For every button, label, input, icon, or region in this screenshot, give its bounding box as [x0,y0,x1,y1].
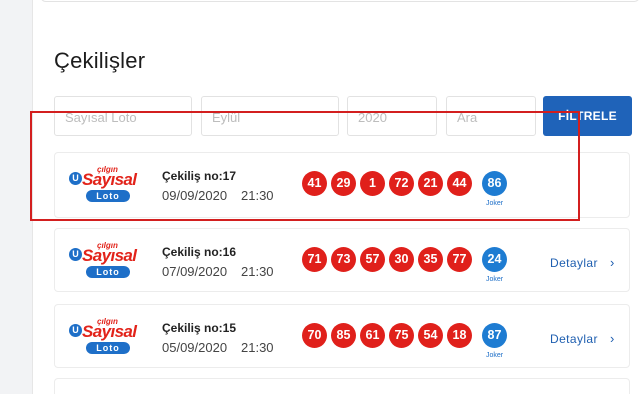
logo-mark: U [69,248,82,261]
logo-mark: U [69,324,82,337]
chevron-right-icon[interactable]: › [610,255,614,270]
joker-label: Joker [485,352,504,359]
logo-main-text: Sayısal [82,322,137,341]
details-link[interactable]: Detaylar [550,332,598,346]
joker-ball: 24 [482,247,507,272]
number-ball: 85 [331,323,356,348]
number-ball: 77 [447,247,472,272]
logo-badge: Loto [86,342,130,354]
chevron-right-icon[interactable]: › [610,331,614,346]
joker-ball: 87 [482,323,507,348]
number-ball: 35 [418,247,443,272]
logo-badge: Loto [86,266,130,278]
number-ball: 61 [360,323,385,348]
number-ball: 57 [360,247,385,272]
number-ball: 30 [389,247,414,272]
joker-label: Joker [485,276,504,283]
next-draw-row [54,378,630,394]
draw-number: Çekiliş no:16 [162,245,237,259]
draw-row[interactable]: U çılgın Sayısal Loto Çekiliş no:16 07/0… [54,228,630,292]
sayisal-loto-logo: U çılgın Sayısal Loto [69,241,145,281]
sayisal-loto-logo: U çılgın Sayısal Loto [69,317,145,357]
number-ball: 71 [302,247,327,272]
page-title: Çekilişler [54,48,146,73]
details-link[interactable]: Detaylar [550,256,598,270]
number-ball: 54 [418,323,443,348]
draw-date: 05/09/2020 [162,340,228,355]
draw-date: 07/09/2020 [162,264,228,279]
draw-row[interactable]: U çılgın Sayısal Loto Çekiliş no:15 05/0… [54,304,630,368]
highlight-annotation [30,111,580,221]
draw-number: Çekiliş no:15 [162,321,237,335]
number-ball: 70 [302,323,327,348]
draw-time: 21:30 [241,340,274,355]
previous-card [40,0,640,2]
number-ball: 73 [331,247,356,272]
number-ball: 75 [389,323,414,348]
number-ball: 18 [447,323,472,348]
draw-time: 21:30 [241,264,274,279]
logo-main-text: Sayısal [82,246,137,265]
